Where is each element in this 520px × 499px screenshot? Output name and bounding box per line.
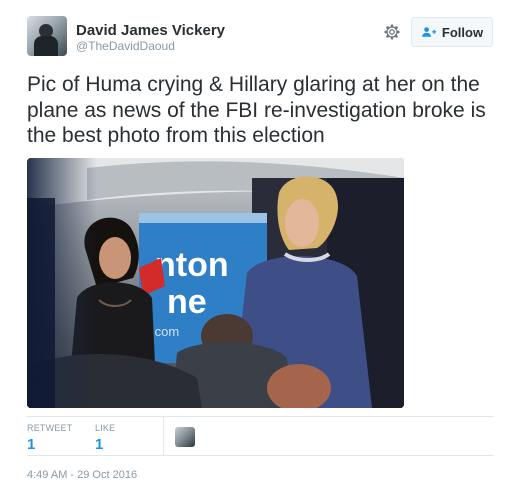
liker-avatar[interactable] <box>175 427 195 447</box>
stats-divider <box>163 417 164 455</box>
sign-text-2: ne <box>167 283 207 321</box>
follow-label: Follow <box>441 24 484 40</box>
retweet-label: RETWEET <box>27 423 73 433</box>
like-stat[interactable]: LIKE 1 <box>95 423 115 453</box>
sign-text-1: nton <box>155 246 229 284</box>
author-avatar[interactable] <box>27 16 67 56</box>
like-label: LIKE <box>95 423 116 433</box>
tweet-card: David James Vickery @TheDavidDaoud Follo… <box>0 0 520 499</box>
author-handle[interactable]: @TheDavidDaoud <box>76 39 175 53</box>
tweet-photo[interactable]: nton ne .com <box>27 158 404 408</box>
tweet-timestamp[interactable]: 4:49 AM - 29 Oct 2016 <box>27 469 137 481</box>
gear-icon[interactable] <box>382 22 402 42</box>
like-count: 1 <box>95 436 104 453</box>
follow-button[interactable]: Follow <box>411 17 493 47</box>
photo-illustration: nton ne .com <box>27 158 404 408</box>
retweet-stat[interactable]: RETWEET 1 <box>27 423 72 453</box>
tweet-text: Pic of Huma crying & Hillary glaring at … <box>27 73 486 147</box>
engagement-stats: RETWEET 1 LIKE 1 <box>27 416 493 456</box>
retweet-count: 1 <box>27 436 36 453</box>
author-name[interactable]: David James Vickery <box>76 22 225 39</box>
sign-text-3: .com <box>151 324 179 339</box>
person-add-icon <box>422 27 437 37</box>
